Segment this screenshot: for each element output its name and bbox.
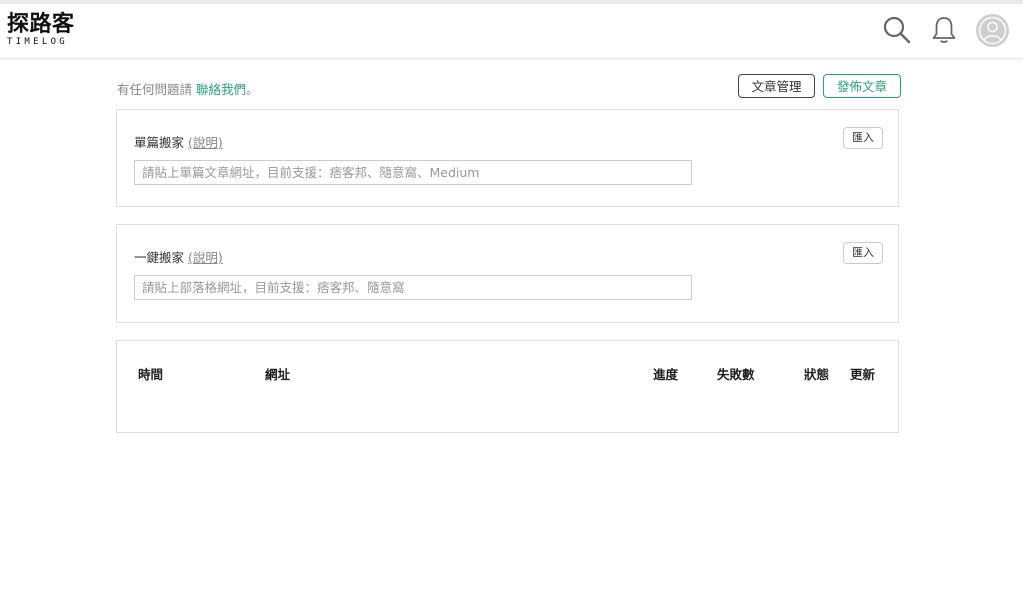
contact-us-link[interactable]: 聯絡我們 bbox=[196, 82, 246, 97]
contact-line: 有任何問題請 聯絡我們。 bbox=[117, 79, 259, 98]
single-import-help-link[interactable]: (說明) bbox=[188, 135, 223, 150]
column-header-fail-count: 失敗數 bbox=[717, 367, 755, 382]
single-article-url-input[interactable] bbox=[134, 160, 692, 185]
avatar[interactable] bbox=[976, 14, 1009, 47]
column-header-time: 時間 bbox=[138, 367, 164, 382]
column-header-status: 狀態 bbox=[804, 367, 830, 382]
search-icon[interactable] bbox=[881, 14, 913, 46]
top-header: 探路客 TIMELOG bbox=[0, 4, 1023, 59]
contact-suffix: 。 bbox=[246, 82, 259, 97]
column-header-progress: 進度 bbox=[653, 367, 679, 382]
publish-article-button[interactable]: 發佈文章 bbox=[823, 74, 901, 98]
article-manage-button[interactable]: 文章管理 bbox=[738, 74, 815, 98]
single-import-panel: 單篇搬家 (說明) 匯入 bbox=[116, 109, 899, 207]
logo-english-text: TIMELOG bbox=[7, 37, 69, 47]
single-import-button[interactable]: 匯入 bbox=[843, 127, 883, 149]
import-status-table: 時間 網址 進度 失敗數 狀態 更新 bbox=[116, 340, 899, 433]
column-header-update: 更新 bbox=[850, 367, 876, 382]
single-import-title: 單篇搬家 (說明) bbox=[134, 132, 223, 151]
timelog-logo[interactable]: 探路客 TIMELOG bbox=[7, 13, 87, 53]
blog-url-input[interactable] bbox=[134, 275, 692, 300]
logo-chinese-text: 探路客 bbox=[7, 12, 75, 37]
bulk-import-title: 一鍵搬家 (說明) bbox=[134, 247, 223, 266]
bulk-import-help-link[interactable]: (說明) bbox=[188, 250, 223, 265]
bulk-import-panel: 一鍵搬家 (說明) 匯入 bbox=[116, 224, 899, 323]
column-header-url: 網址 bbox=[265, 367, 291, 382]
bulk-import-button[interactable]: 匯入 bbox=[843, 242, 883, 264]
bell-icon[interactable] bbox=[928, 14, 960, 46]
bulk-import-title-text: 一鍵搬家 bbox=[134, 250, 185, 265]
contact-prefix: 有任何問題請 bbox=[117, 82, 196, 97]
single-import-title-text: 單篇搬家 bbox=[134, 135, 185, 150]
